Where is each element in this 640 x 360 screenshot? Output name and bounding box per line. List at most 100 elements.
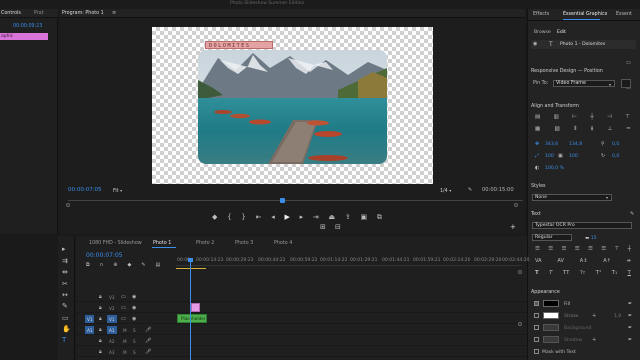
center-align-icon[interactable]: ┼ (628, 246, 631, 254)
eyedropper-icon[interactable]: ✒ (628, 337, 632, 344)
pen-tool-icon[interactable]: ✎ (62, 303, 68, 310)
align-right-icon[interactable]: ⊣ (607, 114, 612, 122)
tracking-icon[interactable]: VA (535, 258, 542, 266)
underline-icon[interactable]: T (628, 270, 631, 278)
go-to-in-icon[interactable]: ⇤ (256, 213, 262, 221)
align-center-icon[interactable]: ┼ (590, 114, 593, 122)
background-swatch[interactable] (543, 324, 559, 331)
shadow-checkbox[interactable] (534, 337, 539, 342)
microphone-icon[interactable]: 🎤︎ (145, 327, 151, 334)
ripple-edit-icon[interactable]: ⇹ (62, 269, 68, 276)
tsume-icon[interactable]: ⇼ (627, 258, 631, 266)
fill-checkbox[interactable] (534, 301, 539, 306)
tab-essential-graphics[interactable]: Essential Graphics (563, 12, 607, 17)
align-top-icon[interactable]: ⊤ (625, 114, 630, 122)
eye-icon[interactable]: ◉ (132, 294, 136, 301)
tab-photo-1[interactable]: Photo 1 (153, 241, 171, 246)
mask-checkbox[interactable] (534, 349, 539, 354)
align-vertical-center-icon[interactable]: ▤ (535, 114, 540, 122)
mute-button[interactable]: M (123, 339, 127, 344)
layer-item[interactable]: ◉ T Photo 1 - Dolomites (531, 40, 636, 49)
lock-icon[interactable]: 🔒︎ (99, 349, 102, 356)
tab-effect-controls[interactable]: Controls (1, 11, 21, 16)
lock-icon[interactable]: 🔒︎ (99, 316, 102, 323)
mark-out-icon[interactable]: } (241, 213, 245, 221)
shadow-swatch[interactable] (543, 336, 559, 343)
subscript-icon[interactable]: T₁ (612, 270, 618, 278)
track-select-icon[interactable]: ⇉ (62, 258, 68, 265)
scroll-handle-bottom[interactable] (518, 322, 522, 326)
justify-last-icon[interactable]: ☰ (588, 246, 593, 254)
menu-icon[interactable]: ≡ (112, 10, 116, 17)
font-style-dropdown[interactable]: Regular (532, 234, 572, 241)
playhead-marker[interactable] (280, 198, 285, 203)
pin-edges-control[interactable] (621, 79, 631, 88)
lock-icon[interactable]: 🔒︎ (99, 305, 102, 312)
faux-bold-icon[interactable]: T (535, 270, 539, 278)
position-y-value[interactable]: 134,8 (569, 142, 582, 147)
anchor-value[interactable]: 0,0 (612, 142, 619, 147)
rectangle-tool-icon[interactable]: ▭ (62, 315, 69, 322)
program-timecode[interactable]: 00:00:07:05 (68, 187, 102, 193)
go-to-out-icon[interactable]: ⇥ (313, 213, 319, 221)
tab-sequence[interactable]: 1080 FHD - Slideshow (89, 241, 142, 246)
tab-effects[interactable]: Effects (533, 12, 549, 17)
comparison-view-icon[interactable]: ⧉ (377, 213, 382, 221)
graphic-clip[interactable] (191, 303, 200, 312)
snap-icon[interactable]: ∩ (100, 262, 104, 269)
type-tool-icon[interactable]: T (62, 337, 66, 344)
faux-italic-icon[interactable]: T (549, 270, 552, 278)
distribute-vertical-icon[interactable]: ⫵ (591, 126, 594, 134)
marker-icon[interactable]: ◆ (212, 213, 217, 221)
timeline-timecode[interactable]: 00:00:07:05 (86, 252, 123, 259)
add-button-icon[interactable]: + (510, 224, 516, 231)
distribute-icon[interactable]: ▦ (535, 126, 540, 134)
step-forward-icon[interactable]: ▸ (300, 213, 304, 221)
eyedropper-icon[interactable]: ✒ (628, 301, 632, 308)
zoom-handle-left[interactable] (66, 203, 70, 207)
opacity-value[interactable]: 100,0 % (545, 166, 564, 171)
subtab-edit[interactable]: Edit (557, 30, 566, 35)
sync-lock-icon[interactable]: ▭ (121, 305, 126, 312)
program-tab-label[interactable]: Program: Photo 1 (62, 11, 104, 16)
scrub-bar[interactable] (68, 200, 523, 205)
add-marker-icon[interactable]: ◆ (127, 262, 131, 269)
align-horizontal-center-icon[interactable]: ▥ (554, 114, 559, 122)
eye-icon[interactable]: ◉ (132, 305, 136, 312)
background-checkbox[interactable] (534, 325, 539, 330)
stroke-width-value[interactable]: 1,0 (614, 314, 621, 319)
add-stroke-icon[interactable]: + (592, 313, 596, 320)
font-size-control[interactable]: ▬ 15 (585, 235, 597, 242)
timeline-scrollbar[interactable] (518, 270, 522, 330)
align-middle-icon[interactable]: ═ (627, 126, 630, 134)
solo-button[interactable]: S (133, 350, 136, 355)
dolomites-photo[interactable] (198, 50, 387, 164)
scroll-handle-top[interactable] (518, 270, 522, 274)
align-text-left-icon[interactable]: ☰ (535, 246, 540, 254)
eye-icon[interactable]: ◉ (132, 316, 136, 323)
vr-view-icon[interactable]: ⊞ (320, 224, 326, 231)
align-text-center-icon[interactable]: ☰ (548, 246, 553, 254)
placeholder-clip[interactable]: Placeholder (177, 314, 207, 323)
baseline-icon[interactable]: A↑ (603, 258, 611, 266)
stroke-checkbox[interactable] (534, 313, 539, 318)
eyedropper-icon[interactable]: ✒ (628, 325, 632, 332)
pin-to-dropdown[interactable]: Video Frame (553, 80, 615, 87)
font-dropdown[interactable]: Typestar OCR Pro (532, 222, 632, 229)
lock-icon[interactable]: 🔒︎ (99, 294, 102, 301)
kerning-icon[interactable]: AV (557, 258, 564, 266)
timeline-ruler[interactable]: 00:00 00:00:14:23 00:00:29:23 00:00:44:2… (176, 252, 529, 266)
tab-photo-2[interactable]: Photo 2 (196, 241, 214, 246)
linked-selection-icon[interactable]: ⊕ (113, 262, 117, 269)
eye-icon[interactable]: ◉ (533, 41, 537, 48)
superscript-icon[interactable]: T¹ (596, 270, 602, 278)
tab-photo-4[interactable]: Photo 4 (274, 241, 292, 246)
graphic-clip-bar[interactable]: aphic (0, 33, 48, 40)
multicam-icon[interactable]: ⊟ (335, 224, 341, 231)
justify-all-icon[interactable]: ☰ (601, 246, 606, 254)
fill-swatch[interactable] (543, 300, 559, 307)
stroke-swatch[interactable] (543, 312, 559, 319)
title-text-box[interactable]: DOLOMITES (205, 41, 273, 49)
work-area-bar[interactable] (176, 268, 206, 269)
style-dropdown[interactable]: None (532, 194, 612, 201)
